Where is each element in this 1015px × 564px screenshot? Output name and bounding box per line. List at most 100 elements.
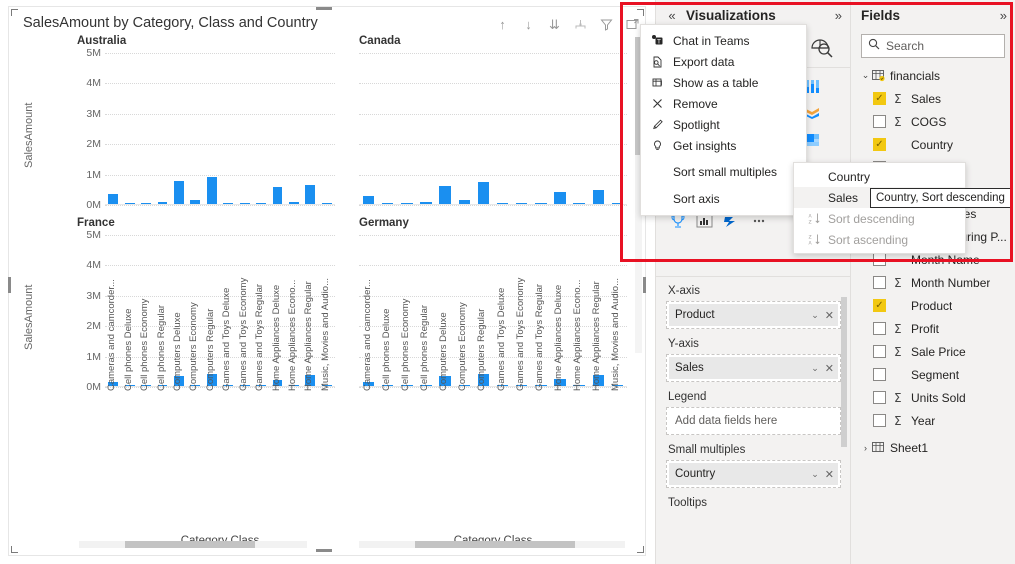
field-checkbox[interactable] [873, 414, 886, 427]
field-row[interactable]: Σ Year [851, 409, 1015, 432]
x-axis-tick-label: Home Appliances Econo... [572, 279, 584, 391]
chip-label: Country [675, 468, 716, 480]
field-row[interactable]: Σ Segment [851, 363, 1015, 386]
chevron-down-icon[interactable]: ⌄ [811, 363, 819, 374]
field-row[interactable]: Σ Units Sold [851, 386, 1015, 409]
menu-item-label: Show as a table [673, 75, 759, 90]
up-arrow-icon[interactable]: ↑ [495, 17, 510, 32]
field-chip-sales[interactable]: Sales ⌄ ✕ [669, 357, 838, 379]
menu-item-get-insights[interactable]: Get insights [641, 135, 806, 156]
field-row[interactable]: Σ Sale Price [851, 340, 1015, 363]
chevron-right-icon[interactable]: » [1000, 8, 1007, 23]
submenu-item-country[interactable]: Country [794, 166, 965, 187]
chevron-right-icon[interactable]: › [859, 443, 872, 453]
field-row[interactable]: Σ Country [851, 133, 1015, 156]
well-y-axis[interactable]: Sales ⌄ ✕ [666, 354, 841, 382]
well-x-axis[interactable]: Product ⌄ ✕ [666, 301, 841, 329]
field-name: Year [911, 413, 936, 428]
resize-handle-bottom-left[interactable] [11, 546, 18, 553]
field-row[interactable]: Σ Profit [851, 317, 1015, 340]
svg-text:Z: Z [808, 235, 811, 241]
resize-handle-bottom[interactable] [316, 549, 332, 552]
focus-mode-icon[interactable] [625, 17, 640, 32]
bar[interactable] [206, 177, 217, 205]
bar[interactable] [592, 189, 605, 205]
horizontal-scrollbar-left[interactable] [79, 541, 307, 548]
resize-handle-right[interactable] [643, 277, 646, 293]
table-node-financials[interactable]: ⌄ financials [851, 64, 1015, 87]
x-axis-tick-label: Home Appliances Econo... [286, 279, 298, 391]
bar[interactable] [174, 180, 184, 205]
menu-item-show-as-a-table[interactable]: Show as a table [641, 72, 806, 93]
chevron-down-icon[interactable]: ⌄ [811, 310, 819, 321]
field-row[interactable]: Σ Sales [851, 87, 1015, 110]
drill-down-icon[interactable]: ⇊ [547, 17, 562, 32]
scrollbar-thumb[interactable] [841, 297, 847, 447]
bar[interactable] [305, 184, 316, 205]
sort-ascending-icon: ZA [802, 233, 826, 246]
x-axis-tick-label: Home Appliances Deluxe [270, 284, 282, 391]
resize-handle-top[interactable] [316, 7, 332, 10]
field-checkbox[interactable] [873, 276, 886, 289]
blank-icon: Σ [894, 299, 906, 313]
resize-handle-left[interactable] [8, 277, 11, 293]
well-legend[interactable]: Add data fields here [666, 407, 841, 435]
field-row[interactable]: Σ COGS [851, 110, 1015, 133]
submenu-item-sort-descending[interactable]: AZ Sort descending [794, 208, 965, 229]
chevron-right-icon[interactable]: » [835, 8, 842, 23]
field-checkbox[interactable] [873, 368, 886, 381]
resize-handle-bottom-right[interactable] [637, 546, 644, 553]
scrollbar-thumb[interactable] [415, 541, 575, 548]
scrollbar-thumb[interactable] [125, 541, 255, 548]
resize-handle-top-left[interactable] [11, 9, 18, 16]
field-checkbox[interactable] [873, 115, 886, 128]
menu-item-sort-small-multiples[interactable]: Sort small multiples › [641, 161, 806, 182]
well-small-multiples[interactable]: Country ⌄ ✕ [666, 460, 841, 488]
x-axis-tick-label: Cell phones Economy [139, 298, 151, 391]
close-icon[interactable]: ✕ [825, 362, 834, 375]
close-icon[interactable]: ✕ [825, 468, 834, 481]
field-row[interactable]: Σ Month Number [851, 271, 1015, 294]
field-wells-scrollbar[interactable] [841, 287, 849, 555]
search-input[interactable]: Search [861, 34, 1005, 58]
table-node-sheet1[interactable]: › Sheet1 [851, 436, 1015, 459]
bar[interactable] [272, 186, 283, 205]
field-checkbox[interactable] [873, 253, 886, 266]
field-row[interactable]: Σ Product [851, 294, 1015, 317]
bar[interactable] [439, 185, 451, 205]
visual-container[interactable]: SalesAmount by Category, Class and Count… [8, 6, 665, 556]
filter-icon[interactable] [599, 17, 614, 32]
chevron-down-icon[interactable]: ⌄ [811, 469, 819, 480]
field-checkbox[interactable] [873, 391, 886, 404]
menu-item-export-data[interactable]: Export data [641, 51, 806, 72]
y-tick-label: 5M [86, 47, 101, 59]
menu-item-remove[interactable]: Remove [641, 93, 806, 114]
chevron-down-icon[interactable]: ⌄ [859, 70, 872, 81]
menu-item-spotlight[interactable]: Spotlight [641, 114, 806, 135]
menu-item-chat-in-teams[interactable]: T Chat in Teams [641, 30, 806, 51]
submenu-item-sort-ascending[interactable]: ZA Sort ascending [794, 229, 965, 250]
expand-hierarchy-icon[interactable] [573, 17, 588, 32]
menu-item-sort-axis[interactable]: Sort axis › [641, 188, 806, 209]
chevron-left-icon[interactable]: « [664, 8, 680, 23]
y-tick-label: 1M [86, 168, 101, 181]
x-axis-tick-label: Cell phones Regular [419, 304, 430, 391]
field-chip-country[interactable]: Country ⌄ ✕ [669, 463, 838, 485]
field-chip-product[interactable]: Product ⌄ ✕ [669, 304, 838, 326]
close-icon[interactable]: ✕ [825, 309, 834, 322]
field-checkbox[interactable] [873, 138, 886, 151]
well-label-tooltips: Tooltips [668, 497, 707, 509]
field-checkbox[interactable] [873, 299, 886, 312]
panel-title: Germany [359, 217, 409, 229]
horizontal-scrollbar-right[interactable] [359, 541, 625, 548]
field-checkbox[interactable] [873, 345, 886, 358]
build-visual-icon[interactable] [809, 34, 835, 63]
sort-descending-icon: AZ [802, 212, 826, 225]
field-checkbox[interactable] [873, 322, 886, 335]
bar[interactable] [477, 181, 490, 205]
down-arrow-icon[interactable]: ↓ [521, 17, 536, 32]
field-checkbox[interactable] [873, 92, 886, 105]
field-name: Month Number [911, 275, 991, 290]
fields-pane: Fields » Search ⌄ financials Σ Sales Σ COGS… [850, 0, 1015, 564]
resize-handle-top-right[interactable] [637, 9, 644, 16]
